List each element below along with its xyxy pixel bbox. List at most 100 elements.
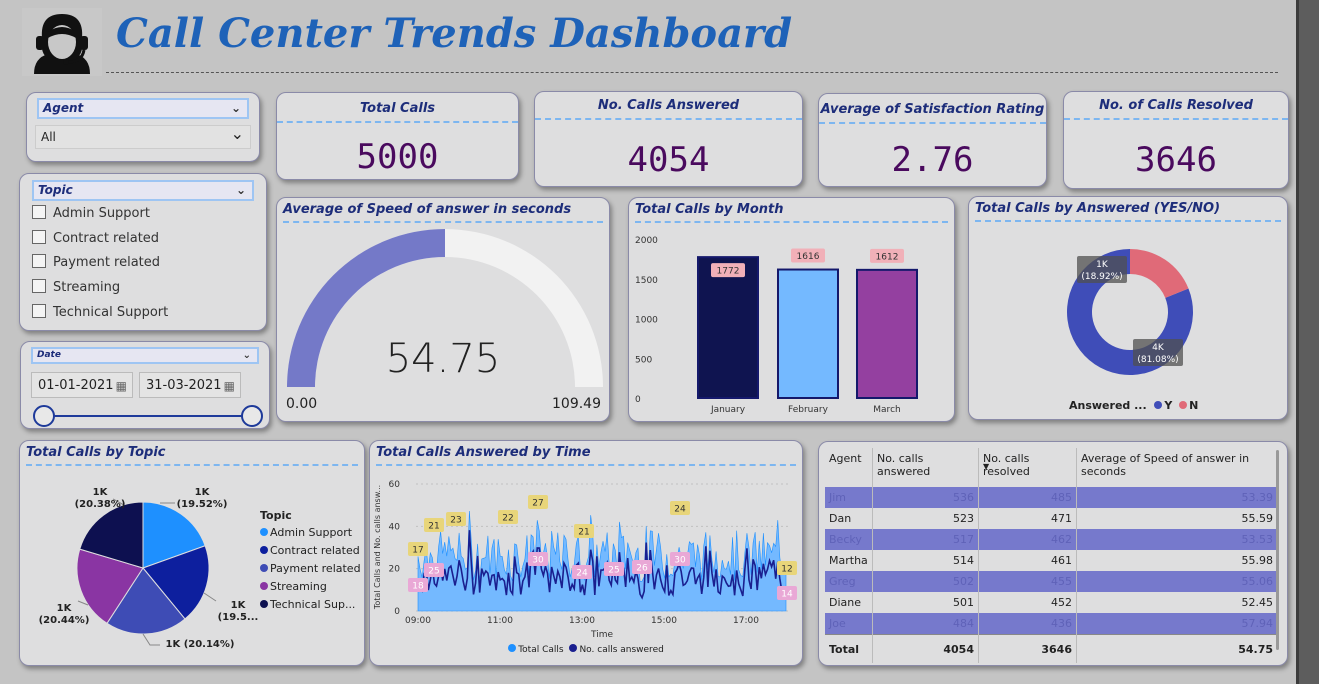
table-total-cell: Total bbox=[825, 634, 873, 663]
data-label: 25 bbox=[608, 566, 619, 576]
kpi-calls-answered: No. Calls Answered 4054 bbox=[534, 91, 803, 187]
data-label: 24 bbox=[674, 505, 686, 515]
table-row[interactable]: Diane 501 452 52.45 bbox=[825, 592, 1277, 613]
x-tick-label: 13:00 bbox=[569, 616, 595, 626]
answered-donut-chart: 4K (81.08%) 1K (18.92%) bbox=[1067, 249, 1193, 376]
table-cell: Greg bbox=[825, 571, 873, 592]
y-tick-label: 500 bbox=[635, 355, 652, 365]
table-scrollbar[interactable] bbox=[1276, 450, 1279, 650]
topic-option[interactable]: Technical Support bbox=[32, 303, 168, 323]
column-header[interactable]: No. calls answered bbox=[872, 448, 979, 487]
legend-title: Answered ... bbox=[1069, 399, 1147, 412]
y-tick-label: 40 bbox=[389, 522, 401, 532]
time-chart-card: Total Calls Answered by Time 60 40 20 0 09:0… bbox=[369, 440, 803, 666]
dashboard-canvas: Call Center Trends Dashboard Agent ⌄ All… bbox=[0, 0, 1299, 684]
checkbox[interactable] bbox=[32, 304, 46, 318]
legend-y-label: Y bbox=[1164, 399, 1173, 412]
table-row[interactable]: Greg 502 455 55.06 bbox=[825, 571, 1277, 592]
date-range-end-handle[interactable] bbox=[241, 405, 263, 427]
kpi-label: Total Calls bbox=[277, 101, 518, 123]
speed-gauge bbox=[287, 229, 603, 387]
end-date-input[interactable]: 31-03-2021 ▦ bbox=[139, 372, 241, 398]
table-row[interactable]: Becky 517 462 53.53 bbox=[825, 529, 1277, 550]
topic-option-label: Admin Support bbox=[53, 206, 150, 221]
leader-line bbox=[203, 592, 217, 602]
y-tick-label: 1500 bbox=[635, 276, 658, 286]
legend-swatch bbox=[260, 600, 268, 608]
kpi-label: Average of Satisfaction Rating bbox=[819, 102, 1046, 124]
topic-option[interactable]: Payment related bbox=[32, 253, 160, 273]
table-row[interactable]: Jim 536 485 53.39 bbox=[825, 487, 1277, 508]
legend-swatch bbox=[260, 582, 268, 590]
answered-legend: Answered ... Y N bbox=[1069, 399, 1198, 412]
agent-slicer-header[interactable]: Agent ⌄ bbox=[37, 98, 249, 119]
table-cell: 52.45 bbox=[1076, 592, 1277, 613]
start-date-input[interactable]: 01-01-2021 ▦ bbox=[31, 372, 133, 398]
legend-n-label: N bbox=[1189, 399, 1199, 412]
column-header[interactable]: No. calls resolved ▼ bbox=[978, 448, 1077, 487]
topic-option[interactable]: Admin Support bbox=[32, 204, 150, 224]
checkbox[interactable] bbox=[32, 254, 46, 268]
data-label: 12 bbox=[781, 565, 792, 575]
answered-chart-card: Total Calls by Answered (YES/NO) 4K (81.0… bbox=[968, 196, 1288, 420]
chevron-down-icon[interactable]: ⌄ bbox=[243, 349, 251, 362]
date-slicer-label: Date bbox=[37, 350, 61, 360]
chevron-down-icon[interactable]: ⌄ bbox=[236, 182, 246, 199]
column-header[interactable]: Average of Speed of answer in seconds bbox=[1076, 448, 1277, 487]
kpi-satisfaction: Average of Satisfaction Rating 2.76 bbox=[818, 93, 1047, 187]
topic-option[interactable]: Streaming bbox=[32, 278, 120, 298]
y-tick-label: 60 bbox=[389, 480, 401, 490]
legend-item[interactable]: Streaming bbox=[260, 580, 361, 593]
gauge-value: 54.75 bbox=[385, 336, 501, 382]
legend-item[interactable]: Admin Support bbox=[260, 526, 361, 539]
table-cell: Diane bbox=[829, 596, 862, 609]
y-tick-label: 0 bbox=[635, 395, 641, 405]
data-label: 1K bbox=[57, 603, 73, 614]
table-header-row: Agent No. calls answered No. calls resol… bbox=[825, 448, 1277, 487]
month-chart-card: Total Calls by Month 2000 1500 1000 500 0 177… bbox=[628, 197, 955, 422]
time-area-chart: 60 40 20 0 09:00 11:00 13:00 15:00 17:00 Time Tota… bbox=[373, 480, 797, 640]
table-cell: 436 bbox=[978, 613, 1077, 635]
table-row[interactable]: Martha 514 461 55.98 bbox=[825, 550, 1277, 571]
data-label: 1612 bbox=[876, 252, 899, 262]
checkbox[interactable] bbox=[32, 230, 46, 244]
y-tick-label: 20 bbox=[389, 565, 401, 575]
agent-dropdown[interactable]: All ⌄ bbox=[35, 124, 251, 149]
legend-item[interactable]: Payment related bbox=[260, 562, 361, 575]
agent-slicer-label: Agent bbox=[43, 101, 84, 115]
data-label: 1616 bbox=[797, 252, 820, 262]
table-total-cell: 4054 bbox=[872, 634, 979, 663]
data-label: (81.08%) bbox=[1137, 355, 1178, 365]
calendar-icon[interactable]: ▦ bbox=[116, 373, 127, 399]
date-range-start-handle[interactable] bbox=[33, 405, 55, 427]
chevron-down-icon[interactable]: ⌄ bbox=[231, 100, 241, 117]
topic-slicer-label: Topic bbox=[38, 183, 73, 197]
data-label: 1K bbox=[231, 600, 247, 611]
kpi-value: 2.76 bbox=[891, 140, 974, 180]
column-header[interactable]: Agent bbox=[825, 448, 873, 487]
table-row[interactable]: Dan 523 471 55.59 bbox=[825, 508, 1277, 529]
gauge-min-label: 0.00 bbox=[286, 396, 318, 412]
calendar-icon[interactable]: ▦ bbox=[224, 373, 235, 399]
kpi-calls-resolved: No. of Calls Resolved 3646 bbox=[1063, 91, 1289, 189]
table-total-cell: 54.75 bbox=[1076, 634, 1277, 663]
legend-label: Technical Sup... bbox=[270, 598, 356, 611]
legend-item[interactable]: Technical Sup... bbox=[260, 598, 361, 611]
table-cell: 523 bbox=[872, 508, 979, 529]
date-slicer-header[interactable]: Date ⌄ bbox=[31, 347, 259, 364]
data-label: (18.92%) bbox=[1081, 272, 1122, 282]
kpi-value: 5000 bbox=[356, 137, 439, 177]
topic-slicer-header[interactable]: Topic ⌄ bbox=[32, 180, 254, 201]
table-row[interactable]: Joe 484 436 57.94 bbox=[825, 613, 1277, 635]
checkbox[interactable] bbox=[32, 205, 46, 219]
table-cell: Martha bbox=[829, 554, 868, 567]
legend-item[interactable]: Contract related bbox=[260, 544, 361, 557]
bar bbox=[697, 256, 759, 399]
topic-option[interactable]: Contract related bbox=[32, 229, 159, 249]
date-slicer: Date ⌄ 01-01-2021 ▦ 31-03-2021 ▦ bbox=[20, 341, 270, 429]
data-label: 24 bbox=[576, 569, 588, 579]
table-cell: Joe bbox=[825, 613, 873, 635]
checkbox[interactable] bbox=[32, 279, 46, 293]
data-label: (19.5... bbox=[218, 612, 259, 623]
data-label: 22 bbox=[502, 514, 513, 524]
